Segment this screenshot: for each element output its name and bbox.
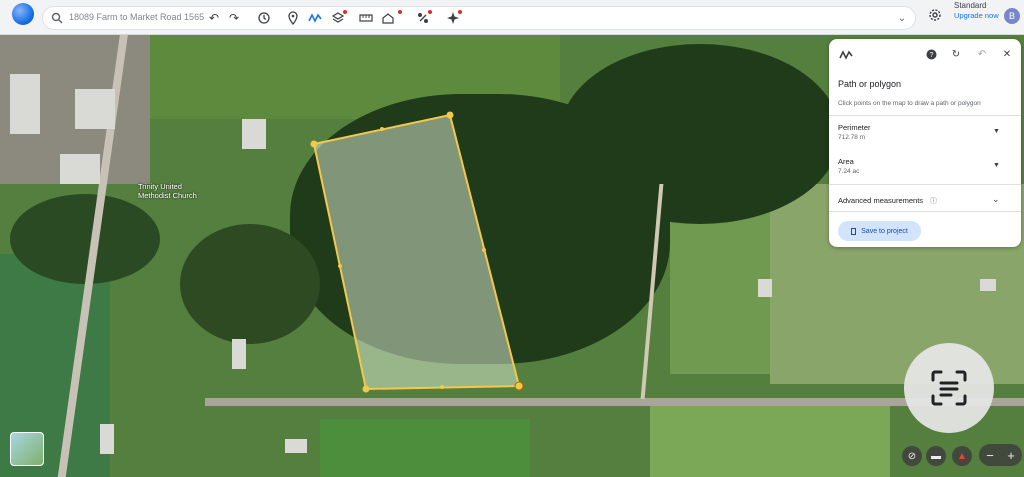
close-icon[interactable]: ✕ (1001, 48, 1013, 60)
svg-text:?: ? (929, 52, 933, 59)
history-icon[interactable] (256, 10, 272, 26)
avatar[interactable]: B (1004, 8, 1020, 24)
polygon-vertex[interactable] (362, 385, 370, 393)
pin-icon[interactable] (285, 10, 301, 26)
map-style-thumbnail[interactable] (10, 432, 44, 466)
search-icon (51, 12, 63, 24)
polygon-vertex[interactable] (446, 111, 454, 119)
notification-dot (458, 10, 462, 14)
search-box[interactable]: 18089 Farm to Market Road 1565 (42, 6, 916, 30)
save-to-project-button[interactable]: Save to project (838, 221, 921, 241)
scan-text-icon (931, 370, 967, 406)
polygon-midpoint[interactable] (338, 264, 342, 268)
bookmark-icon (851, 227, 857, 235)
perimeter-units-dropdown[interactable]: ▼ (993, 128, 1000, 135)
panel-instruction: Click points on the map to draw a path o… (838, 100, 981, 107)
chevron-down-icon[interactable]: ⌄ (992, 194, 1000, 205)
advanced-measurements-toggle[interactable]: Advanced measurements (838, 196, 923, 205)
undo-icon[interactable]: ↶ (206, 10, 222, 26)
plan-label: Standard (954, 1, 987, 10)
area-value: 7.24 ac (838, 168, 860, 175)
upgrade-link[interactable]: Upgrade now (954, 11, 999, 20)
church-label: Trinity United Methodist Church (138, 182, 197, 200)
top-toolbar: 18089 Farm to Market Road 1565 ↶ ↷ ⌄ Sta… (0, 0, 1024, 35)
divider (829, 211, 1021, 212)
tilt-icon[interactable]: ▬ (926, 446, 946, 466)
zoom-out-button[interactable]: − (980, 446, 1000, 464)
voyager-icon[interactable] (380, 10, 396, 26)
measurement-panel: ? ↻ ↶ ✕ Path or polygon Click points on … (829, 39, 1021, 247)
divider (829, 184, 1021, 185)
help-icon[interactable]: ? (925, 48, 937, 60)
compass-icon[interactable]: ▲ (952, 446, 972, 466)
perimeter-label: Perimeter (838, 123, 871, 132)
notification-dot (428, 10, 432, 14)
info-icon[interactable]: ⓘ (930, 196, 937, 206)
zoom-in-button[interactable]: + (1001, 446, 1021, 464)
chevron-down-icon[interactable]: ⌄ (894, 10, 910, 26)
reset-icon[interactable]: ↻ (950, 48, 962, 60)
street-view-off-icon[interactable]: ⊘ (902, 446, 922, 466)
save-button-label: Save to project (861, 227, 908, 235)
polygon-midpoint[interactable] (440, 385, 444, 389)
polygon-midpoint[interactable] (380, 127, 384, 131)
notification-dot (398, 10, 402, 14)
earth-logo-icon[interactable] (12, 3, 34, 25)
polygon-vertex[interactable] (310, 140, 318, 148)
path-icon[interactable] (307, 10, 323, 26)
redo-icon[interactable]: ↷ (226, 10, 242, 26)
undo-icon[interactable]: ↶ (976, 48, 988, 60)
lens-scan-button[interactable] (904, 343, 994, 433)
gear-icon[interactable] (928, 8, 942, 22)
divider (829, 115, 1021, 116)
polygon-midpoint[interactable] (482, 248, 486, 252)
polygon-vertex[interactable] (514, 381, 524, 391)
path-icon (839, 50, 853, 60)
notification-dot (343, 10, 347, 14)
area-units-dropdown[interactable]: ▼ (993, 162, 1000, 169)
panel-title: Path or polygon (838, 79, 902, 89)
perimeter-value: 712.78 m (838, 134, 866, 141)
ruler-icon[interactable] (358, 10, 374, 26)
area-label: Area (838, 157, 854, 166)
zoom-controls: − + (979, 444, 1022, 466)
